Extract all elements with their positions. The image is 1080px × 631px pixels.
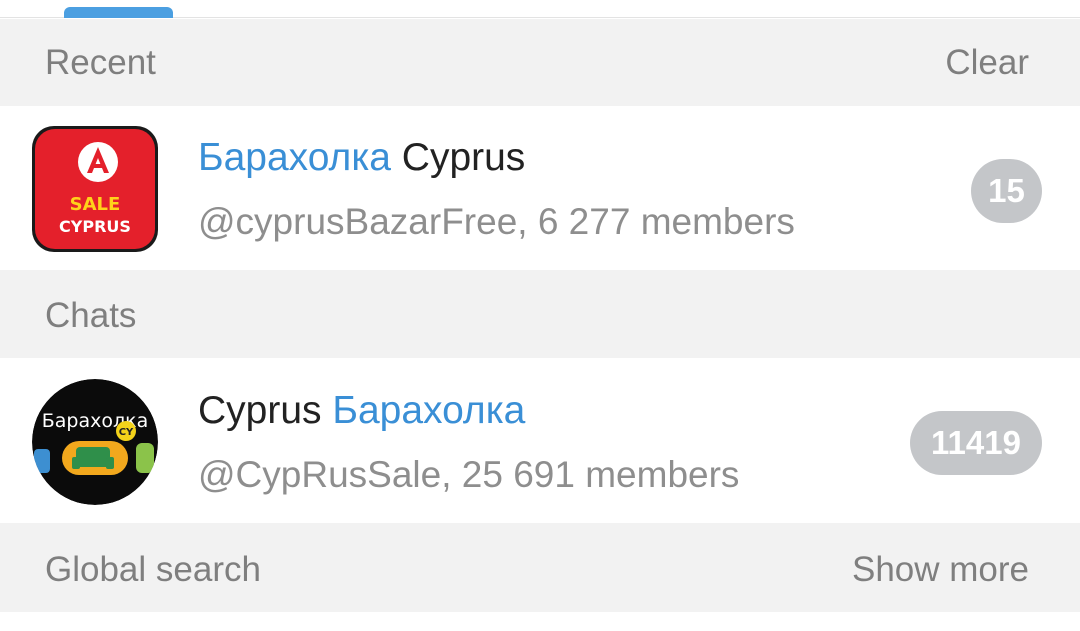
title-search-match: Барахолка xyxy=(198,136,391,179)
channel-avatar-sale-cyprus: SALE CYPRUS xyxy=(32,126,158,252)
global-search-title: Global search xyxy=(45,550,261,589)
recent-item-subtitle: @cyprusBazarFree, 6 277 members xyxy=(198,201,795,242)
avatar-sale-text: SALE xyxy=(70,194,121,215)
clear-recent-button[interactable]: Clear xyxy=(945,43,1029,83)
chat-item-title: Cyprus Барахолка xyxy=(198,389,525,433)
active-tab-indicator xyxy=(64,7,173,18)
recent-section-header: Recent Clear xyxy=(0,19,1080,106)
recent-title: Recent xyxy=(45,43,156,82)
avatar-cyprus-text: CYPRUS xyxy=(59,217,131,236)
unread-count-badge: 11419 xyxy=(910,411,1042,475)
search-tabs-bar xyxy=(0,0,1080,18)
title-start: Cyprus xyxy=(198,389,333,432)
chat-item-cyprus-barakholka[interactable]: Барахолка CY Cyprus Барахолка @CypRusSal… xyxy=(0,358,1080,523)
title-rest: Cyprus xyxy=(390,136,526,179)
chat-avatar-barakholka: Барахолка CY xyxy=(32,379,158,505)
title-search-match: Барахолка xyxy=(332,389,526,432)
recent-item-cyprus-bazar[interactable]: SALE CYPRUS Барахолка Cyprus @cyprusBaza… xyxy=(0,106,1080,270)
show-more-button[interactable]: Show more xyxy=(852,550,1029,590)
unread-count-badge: 15 xyxy=(971,159,1042,223)
search-results-screen: Recent Clear SALE CYPRUS Барахолка Cypru… xyxy=(0,0,1080,631)
chats-section-header: Chats xyxy=(0,270,1080,358)
chats-title: Chats xyxy=(45,296,137,335)
recent-item-title: Барахолка Cyprus xyxy=(198,136,525,180)
global-search-section-header: Global search Show more xyxy=(0,523,1080,612)
avatar-cy-tag: CY xyxy=(119,427,134,438)
chat-item-subtitle: @CypRusSale, 25 691 members xyxy=(198,454,740,495)
